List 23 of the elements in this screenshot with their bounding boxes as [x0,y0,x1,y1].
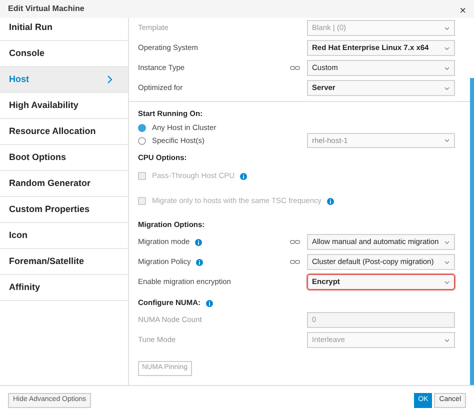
info-icon [240,172,247,180]
scrollbar-thumb[interactable] [470,78,474,385]
caret-icon [444,86,450,90]
radio-button[interactable] [138,136,146,144]
caret-icon [444,46,450,50]
link-icon [290,239,300,245]
caret-icon [444,26,450,30]
info-icon [326,198,334,204]
info-icon [196,258,203,266]
link-icon [290,65,300,71]
caret-icon [444,66,450,70]
info-icon [206,300,212,306]
window-title: Edit Virtual Machine [8,3,84,15]
info-icon [194,238,202,246]
caret-icon [444,240,450,244]
caret-icon [444,338,450,342]
caret-icon [444,260,450,264]
radio-button[interactable] [138,124,146,132]
close-button[interactable]: × [460,6,466,16]
caret-icon [444,280,450,284]
caret-icon [444,138,450,143]
chevron-right-icon [107,75,113,84]
link-icon [290,259,300,265]
